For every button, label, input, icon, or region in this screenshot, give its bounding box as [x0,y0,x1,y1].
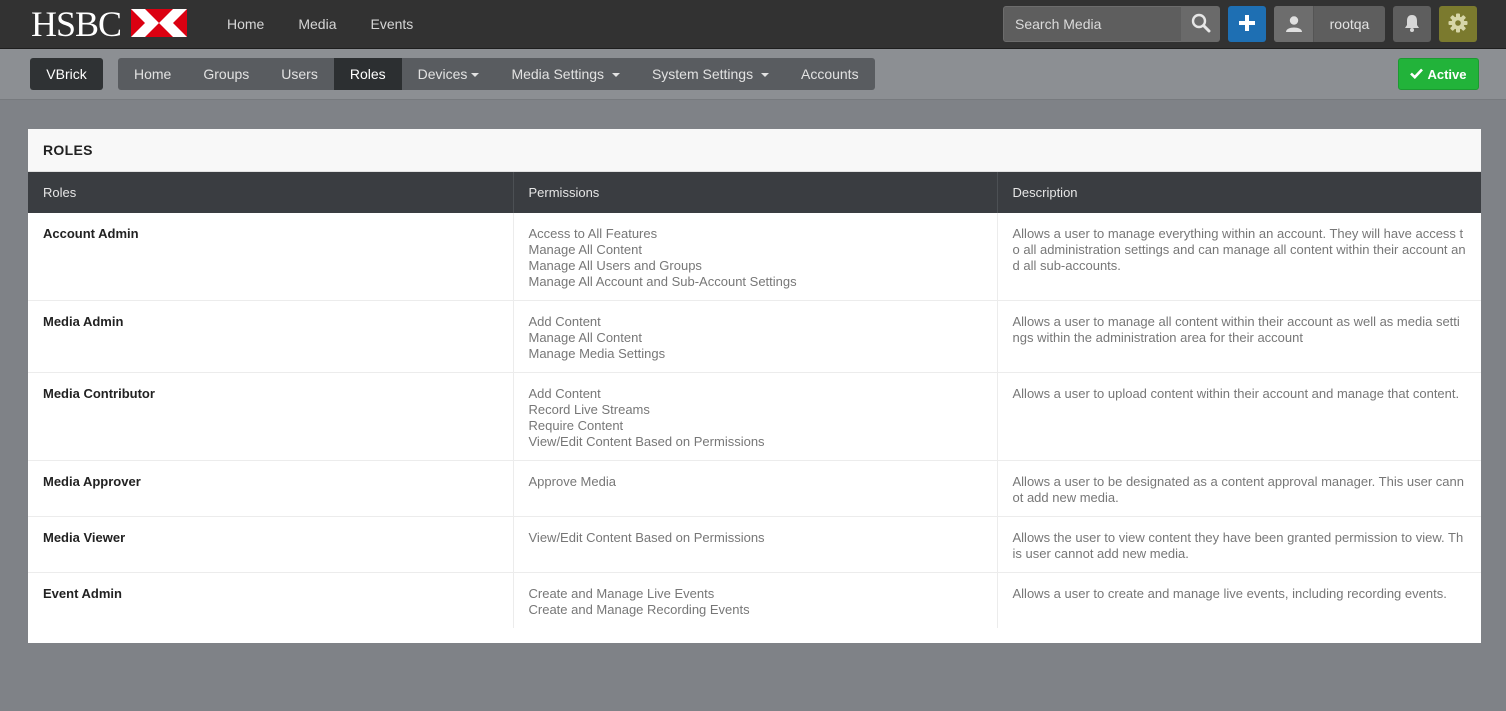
column-header-roles: Roles [28,172,514,213]
permission-item: Add Content [528,386,601,401]
top-nav-media[interactable]: Media [281,0,353,48]
bell-icon [1404,14,1420,35]
admin-sub-bar: VBrick Home Groups Users Roles Devices M… [0,49,1506,100]
permission-item: Manage Media Settings [528,346,666,361]
role-description: Allows a user to upload content within t… [997,372,1481,461]
table-row: Media Approver Approve Media Allows a user… [28,460,1481,517]
role-description: Allows a user to manage everything withi… [1012,226,1466,273]
top-nav-events[interactable]: Events [354,0,431,48]
top-nav-home[interactable]: Home [210,0,281,48]
user-name: rootqa [1329,16,1370,32]
admin-nav-roles[interactable]: Roles [333,58,402,90]
permission-item: View/Edit Content Based on Permissions [528,530,765,545]
role-description: Allows a user to create and manage live … [997,572,1481,628]
add-media-button[interactable] [1228,6,1266,42]
table-header-row: Roles Permissions Description [28,172,1481,213]
notifications-button[interactable] [1393,6,1431,42]
permission-item: Manage All Users and Groups [528,258,702,273]
table-row: Event Admin Create and Manage Live Events… [28,572,1481,628]
table-row: Account Admin Access to All Features Manag… [28,213,1481,301]
permission-item: Create and Manage Live Events [528,586,715,601]
permission-item: Manage All Account and Sub-Account Setti… [528,274,797,289]
roles-table: Roles Permissions Description Account Ad… [28,172,1481,628]
account-name-button[interactable]: VBrick [30,58,103,90]
table-row: Media Admin Add Content Manage All Content… [28,300,1481,373]
permission-item: Approve Media [528,474,616,489]
logo-text: HSBC [31,4,122,44]
caret-down-icon [471,73,480,77]
top-nav: Home Media Events [210,0,430,48]
user-icon [1274,6,1314,42]
role-name: Media Viewer [28,516,514,573]
role-name: Event Admin [28,572,514,628]
role-permissions: Create and Manage Live Events Create and … [513,572,998,628]
permission-item: Manage All Content [528,242,642,257]
role-permissions: Access to All Features Manage All Content… [513,213,998,301]
admin-nav: Home Groups Users Roles Devices Media Se… [118,58,875,90]
panel-title: ROLES [28,129,1481,172]
admin-nav-devices-label: Devices [417,66,468,82]
caret-down-icon [760,73,769,77]
gear-icon [1448,13,1468,36]
column-header-permissions: Permissions [513,172,998,213]
permission-item: Manage All Content [528,330,642,345]
table-row: Media Contributor Add Content Record Live … [28,372,1481,461]
role-description: Allows a user to be designated as a cont… [997,460,1481,517]
user-menu-button[interactable]: rootqa [1274,6,1385,42]
admin-nav-home[interactable]: Home [118,58,187,90]
admin-nav-media-settings-label: Media Settings [511,66,605,82]
role-name: Media Approver [28,460,514,517]
role-permissions: Add Content Record Live Streams Require Co… [513,372,998,461]
top-bar: HSBC Home Media Events rootqa [0,0,1506,49]
admin-nav-system-settings[interactable]: System Settings [636,58,785,90]
caret-down-icon [611,73,620,77]
permission-item: Record Live Streams [528,402,650,417]
permission-item: Create and Manage Recording Events [528,602,750,617]
account-active-button[interactable]: Active [1398,58,1479,90]
brand-logo[interactable]: HSBC [31,4,188,44]
role-permissions: View/Edit Content Based on Permissions [513,516,998,573]
role-description: Allows the user to view content they hav… [997,516,1481,573]
permission-item: Add Content [528,314,601,329]
hsbc-hexagon-icon [131,8,188,40]
column-header-description: Description [997,172,1481,213]
admin-nav-groups[interactable]: Groups [187,58,265,90]
admin-nav-system-settings-label: System Settings [651,66,754,82]
permission-item: Access to All Features [528,226,658,241]
check-icon [1410,67,1424,82]
active-label: Active [1427,66,1467,82]
admin-nav-devices[interactable]: Devices [402,58,496,90]
role-name: Media Contributor [28,372,514,461]
plus-icon [1238,14,1256,35]
role-permissions: Approve Media [513,460,998,517]
role-description: Allows a user to manage all content with… [997,300,1481,373]
permission-item: Require Content [528,418,624,433]
table-row: Media Viewer View/Edit Content Based on P… [28,516,1481,573]
search-input[interactable] [1003,6,1182,42]
settings-button[interactable] [1439,6,1477,42]
role-name: Media Admin [28,300,514,373]
search-icon [1191,13,1211,36]
permission-item: View/Edit Content Based on Permissions [528,434,765,449]
admin-nav-users[interactable]: Users [265,58,334,90]
admin-nav-media-settings[interactable]: Media Settings [495,58,636,90]
role-name: Account Admin [28,213,514,301]
roles-panel: ROLES Roles Permissions Description Acco… [28,129,1481,643]
role-permissions: Add Content Manage All Content Manage Medi… [513,300,998,373]
admin-nav-accounts[interactable]: Accounts [785,58,875,90]
search-button[interactable] [1181,6,1220,42]
